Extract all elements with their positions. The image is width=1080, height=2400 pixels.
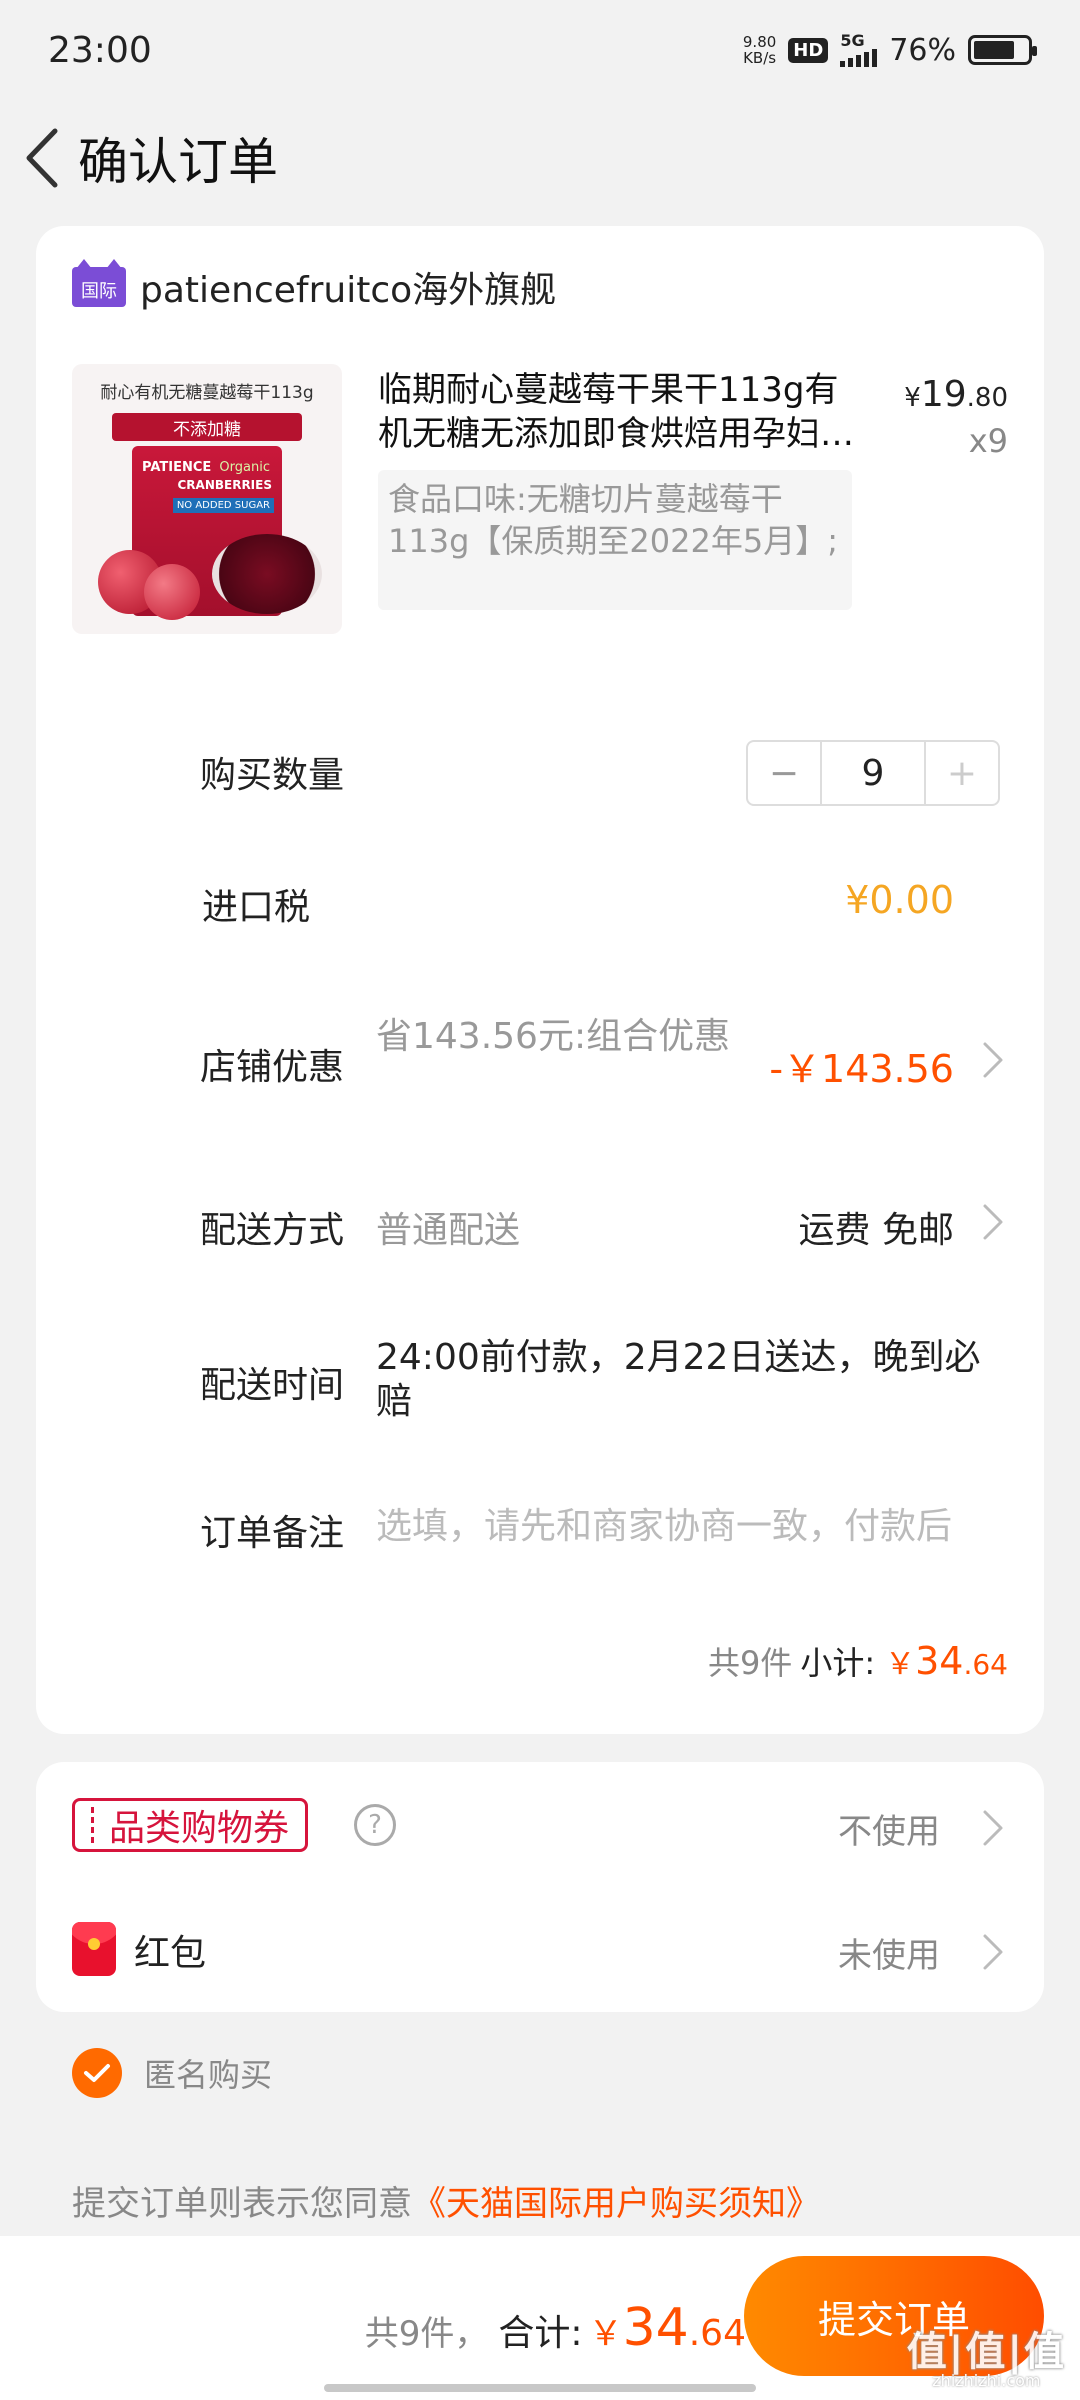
chevron-left-icon[interactable] [8, 123, 78, 193]
package-cranberries: CRANBERRIES [177, 478, 272, 492]
product-title[interactable]: 临期耐心蔓越莓干果干113g有机无糖无添加即食烘焙用孕妇零食 [378, 368, 858, 456]
chevron-right-icon [978, 1040, 1008, 1080]
tax-value: ¥0.00 [845, 878, 954, 922]
subtotal-label: 小计: [800, 1644, 876, 1682]
increment-button[interactable]: + [926, 742, 998, 804]
battery-level [974, 41, 1014, 59]
net-speed-value: 9.80 [742, 33, 777, 51]
agreement-text: 提交订单则表示您同意 [72, 2184, 412, 2224]
page-title: 确认订单 [78, 133, 278, 191]
shipping-fee: 运费 免邮 [798, 1210, 954, 1251]
signal-icon: 5G [840, 31, 878, 67]
dried-cranberries [212, 534, 322, 614]
total-decimal: .64 [688, 2313, 746, 2354]
subtotal-count: 共9件 [707, 1644, 793, 1682]
product-image[interactable]: 耐心有机无糖蔓越莓干113g 不添加糖 PATIENCE Organic CRA… [72, 364, 342, 634]
price-decimal: .80 [966, 383, 1008, 413]
header: 确认订单 [0, 110, 1080, 206]
shop-promo-desc: 省143.56元:组合优惠 [376, 1016, 731, 1057]
agreement: 提交订单则表示您同意《天猫国际用户购买须知》 [72, 2176, 820, 2225]
shipping-method: 普通配送 [376, 1210, 521, 1251]
coupon-tag: 品类购物券 [72, 1798, 309, 1852]
total-count: 共9件， [364, 2314, 489, 2354]
chevron-right-icon [978, 1202, 1008, 1242]
order-card: 国际 patiencefruitco海外旗舰 耐心有机无糖蔓越莓干113g 不添… [36, 226, 1044, 1734]
price-symbol: ¥ [904, 383, 921, 413]
shop-promo-value: -￥143.56 [769, 1047, 954, 1091]
redpacket-status: 未使用 [838, 1936, 940, 1976]
hd-icon: HD [788, 37, 829, 63]
package-no-added-sugar: NO ADDED SUGAR [172, 498, 274, 513]
cranberry-fruit [144, 564, 200, 620]
package-organic: Organic [219, 460, 270, 475]
shop-row[interactable]: 国际 patiencefruitco海外旗舰 [72, 259, 557, 312]
shop-promo-label: 店铺优惠 [199, 1047, 344, 1088]
order-note-label: 订单备注 [199, 1513, 344, 1554]
check-icon[interactable] [72, 2048, 122, 2098]
status-icons: 9.80 KB/s HD 5G 76% [743, 31, 1037, 68]
redpacket-label: 红包 [134, 1933, 207, 1974]
watermark: 值|值|值 zhizhizhi.com [907, 2319, 1066, 2390]
home-indicator[interactable] [324, 2384, 756, 2392]
red-packet-icon [72, 1922, 116, 1976]
promo-card: 品类购物券 ? 不使用 红包 未使用 [36, 1762, 1044, 2012]
price-integer: 19 [920, 374, 967, 415]
product-image-title: 耐心有机无糖蔓越莓干113g [100, 383, 314, 403]
total-integer: 34 [622, 2298, 689, 2358]
coupon-status: 不使用 [838, 1812, 940, 1852]
net-speed-unit: KB/s [743, 49, 777, 67]
help-icon[interactable]: ? [354, 1804, 396, 1846]
anonymous-label: 匿名购买 [144, 2056, 273, 2094]
battery-icon [968, 35, 1037, 65]
agreement-link[interactable]: 《天猫国际用户购买须知》 [412, 2184, 820, 2224]
subtotal-integer: 34 [915, 1639, 964, 1683]
tmall-global-icon: 国际 [72, 259, 126, 307]
anonymous-purchase[interactable]: 匿名购买 [72, 2048, 272, 2098]
subtotal: 共9件 小计: ￥ 34.64 [708, 1638, 1008, 1684]
net-speed: 9.80 KB/s [743, 34, 776, 66]
battery-percent: 76% [889, 32, 956, 68]
order-note-input[interactable] [376, 1496, 996, 1556]
delivery-time-label: 配送时间 [199, 1365, 344, 1406]
chevron-right-icon [978, 1932, 1008, 1972]
delivery-time-value: 24:00前付款，2月22日送达，晚到必赔 [376, 1337, 981, 1422]
watermark-main: 值|值|值 [906, 2329, 1066, 2375]
shop-name: patiencefruitco海外旗舰 [140, 270, 557, 311]
signal-bars [840, 49, 878, 67]
total-label: 合计: [498, 2313, 583, 2354]
tax-label: 进口税 [201, 887, 310, 928]
subtotal-symbol: ￥ [885, 1647, 916, 1682]
quantity-label: 购买数量 [199, 755, 344, 796]
shipping-label: 配送方式 [199, 1210, 344, 1251]
total-symbol: ￥ [588, 2314, 623, 2354]
status-bar: 23:00 9.80 KB/s HD 5G 76% [0, 0, 1080, 100]
decrement-button[interactable]: − [748, 742, 820, 804]
product-quantity: x9 [968, 422, 1008, 460]
quantity-stepper: − 9 + [746, 740, 1000, 806]
product-sku: 食品口味:无糖切片蔓越莓干113g【保质期至2022年5月】; [378, 470, 852, 610]
status-time: 23:00 [48, 29, 152, 71]
total-area: 共9件， 合计: ￥ 34.64 [365, 2298, 746, 2358]
product-price: ¥19.80 [904, 374, 1008, 415]
chevron-right-icon [978, 1808, 1008, 1848]
subtotal-decimal: .64 [963, 1648, 1008, 1681]
network-type: 5G [840, 31, 865, 50]
product-image-tag: 不添加糖 [112, 413, 302, 441]
quantity-value[interactable]: 9 [820, 742, 926, 804]
